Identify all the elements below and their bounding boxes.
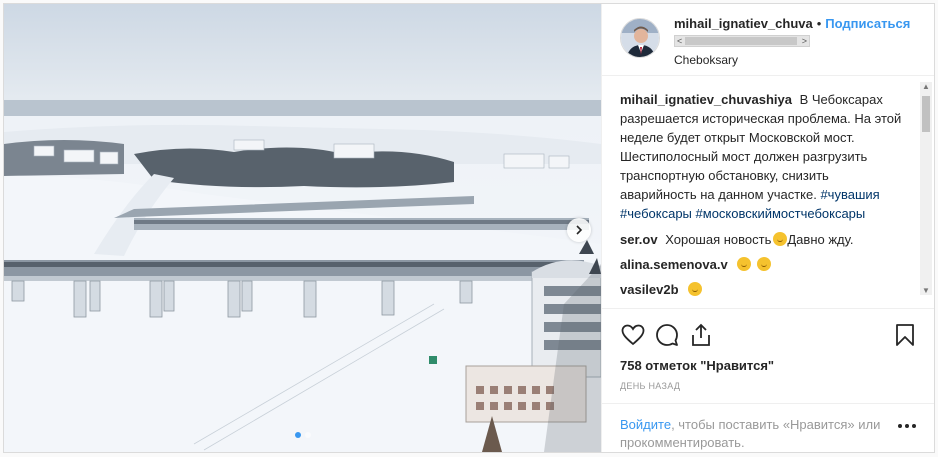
instagram-post: mihail_ignatiev_chuva • Подписаться < > …: [3, 3, 935, 453]
share-icon: [692, 323, 710, 346]
post-date[interactable]: ДЕНЬ НАЗАД: [602, 373, 934, 391]
carousel-indicator: [4, 432, 601, 438]
scroll-right-arrow[interactable]: >: [802, 35, 807, 47]
post-sidebar: mihail_ignatiev_chuva • Подписаться < > …: [601, 4, 934, 452]
grinning-face-emoji: [737, 257, 752, 271]
scroll-up-icon[interactable]: ▲: [920, 82, 932, 91]
post-location[interactable]: Cheboksary: [674, 53, 918, 67]
bookmark-icon: [896, 323, 914, 346]
comment-text-tail: Давно жду.: [787, 232, 854, 247]
clapping-hands-emoji: [756, 257, 771, 271]
horizontal-scrollbar[interactable]: < >: [674, 35, 810, 47]
comments-section[interactable]: ▲ ▼ mihail_ignatiev_chuvashiya В Чебокса…: [602, 76, 934, 308]
heart-icon: [621, 324, 645, 345]
comment-username[interactable]: alina.semenova.v: [620, 257, 728, 272]
save-button[interactable]: [888, 318, 922, 352]
post-photo[interactable]: [4, 4, 601, 452]
comment-icon: [656, 323, 678, 346]
comments-scrollbar[interactable]: ▲ ▼: [920, 82, 932, 295]
follow-button[interactable]: Подписаться: [825, 16, 910, 31]
login-link[interactable]: Войдите: [620, 417, 671, 432]
carousel-dot-active: [294, 432, 301, 438]
caption-text: В Чебоксарах разрешается историческая пр…: [620, 92, 902, 202]
comment-item: alina.semenova.v: [620, 256, 908, 273]
comment-item: vasilev2b: [620, 281, 908, 298]
avatar-portrait: [621, 19, 659, 57]
comment-item: ser.ov Хорошая новость Давно жду.: [620, 231, 908, 248]
clapping-hands-emoji: [688, 282, 703, 296]
hashtag[interactable]: #московскиймостчебоксары: [696, 206, 866, 221]
more-options-button[interactable]: [898, 424, 918, 432]
carousel-dot[interactable]: [304, 432, 311, 438]
ok-hand-emoji: [773, 232, 788, 246]
caption-username[interactable]: mihail_ignatiev_chuvashiya: [620, 92, 792, 107]
login-prompt: Войдите, чтобы поставить «Нравится» или …: [602, 403, 934, 452]
comment-username[interactable]: ser.ov: [620, 232, 658, 247]
share-button[interactable]: [684, 318, 718, 352]
more-options-icon: [898, 424, 902, 428]
likes-count[interactable]: 758 отметок "Нравится": [602, 352, 934, 373]
scroll-down-icon[interactable]: ▼: [920, 286, 932, 295]
scrollbar-thumb[interactable]: [685, 37, 797, 45]
photo-winter-bridges: [4, 4, 601, 452]
post-header: mihail_ignatiev_chuva • Подписаться < > …: [602, 4, 934, 76]
comments-scrollbar-thumb[interactable]: [922, 96, 930, 132]
comment-text: Хорошая новость: [665, 232, 772, 247]
comment-username[interactable]: vasilev2b: [620, 282, 679, 297]
comment-button[interactable]: [650, 318, 684, 352]
chevron-right-icon: [576, 225, 583, 235]
author-username[interactable]: mihail_ignatiev_chuva: [674, 16, 813, 31]
avatar[interactable]: [620, 18, 660, 58]
separator-bullet: •: [816, 16, 822, 31]
more-options-icon: [905, 424, 909, 428]
scroll-left-arrow[interactable]: <: [677, 35, 682, 47]
action-bar: [602, 308, 934, 352]
like-button[interactable]: [616, 318, 650, 352]
more-options-icon: [912, 424, 916, 428]
hashtag[interactable]: #чувашия: [820, 187, 879, 202]
hashtag[interactable]: #чебоксары: [620, 206, 692, 221]
post-caption: mihail_ignatiev_chuvashiya В Чебоксарах …: [620, 90, 908, 223]
next-photo-button[interactable]: [567, 218, 591, 242]
